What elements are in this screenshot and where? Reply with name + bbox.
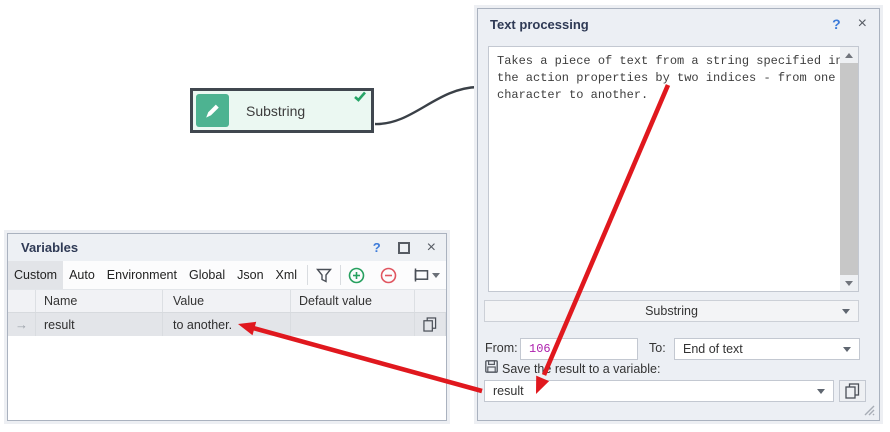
variables-title: Variables xyxy=(21,240,373,255)
variables-titlebar: Variables ? × xyxy=(8,234,446,261)
save-variable-label: Save the result to a variable: xyxy=(502,362,660,376)
close-icon[interactable]: × xyxy=(858,17,867,31)
pencil-icon xyxy=(196,94,229,127)
chevron-down-icon xyxy=(817,389,825,394)
cell-name[interactable]: result xyxy=(36,313,163,336)
cell-default-value[interactable] xyxy=(291,313,415,336)
cell-value[interactable]: to another. xyxy=(163,313,291,336)
tab-global[interactable]: Global xyxy=(183,261,231,289)
remove-icon[interactable] xyxy=(377,263,401,287)
header-default-value[interactable]: Default value xyxy=(291,290,415,312)
workspace-canvas: Substring Text processing ? × Takes a pi… xyxy=(0,0,890,432)
header-actions xyxy=(415,290,446,312)
header-value[interactable]: Value xyxy=(163,290,291,312)
copy-variable-button[interactable] xyxy=(839,380,866,402)
tab-environment[interactable]: Environment xyxy=(101,261,183,289)
header-name[interactable]: Name xyxy=(36,290,163,312)
tab-auto[interactable]: Auto xyxy=(63,261,101,289)
table-row[interactable]: → result to another. xyxy=(8,313,446,336)
action-select[interactable]: Substring xyxy=(484,300,859,322)
row-indicator-icon: → xyxy=(15,317,28,332)
resize-grip[interactable] xyxy=(862,403,875,416)
textarea-scrollbar[interactable] xyxy=(840,47,858,291)
tab-xml[interactable]: Xml xyxy=(270,261,304,289)
to-select-value: End of text xyxy=(683,342,743,356)
variables-panel: Variables ? × Custom Auto Environment Gl… xyxy=(7,233,447,421)
scroll-down-icon[interactable] xyxy=(840,275,858,291)
divider xyxy=(307,265,308,285)
dialog-title: Text processing xyxy=(490,17,832,32)
chevron-down-icon xyxy=(842,309,850,314)
copy-icon xyxy=(845,383,860,399)
help-button[interactable]: ? xyxy=(832,16,841,32)
chevron-down-icon xyxy=(843,347,851,352)
variable-combo[interactable]: result xyxy=(484,380,834,402)
close-icon[interactable]: × xyxy=(427,241,436,255)
filter-icon[interactable] xyxy=(312,263,336,287)
check-icon xyxy=(354,91,366,102)
more-icon[interactable] xyxy=(432,273,440,278)
dialog-titlebar: Text processing ? × xyxy=(478,9,879,39)
copy-icon xyxy=(423,317,437,332)
maximize-icon[interactable] xyxy=(398,242,410,254)
variable-combo-value: result xyxy=(493,384,524,398)
table-header: Name Value Default value xyxy=(8,290,446,313)
variables-tabbar: Custom Auto Environment Global Json Xml xyxy=(8,261,446,290)
tab-custom[interactable]: Custom xyxy=(8,261,63,289)
from-label: From: xyxy=(485,341,518,355)
to-select[interactable]: End of text xyxy=(674,338,860,360)
add-icon[interactable] xyxy=(345,263,369,287)
node-label: Substring xyxy=(246,103,305,119)
action-select-value: Substring xyxy=(645,304,698,318)
save-icon xyxy=(485,360,498,373)
header-selector xyxy=(8,290,36,312)
help-button[interactable]: ? xyxy=(373,240,381,255)
substring-node[interactable]: Substring xyxy=(190,88,374,133)
to-label: To: xyxy=(649,341,666,355)
row-selector: → xyxy=(8,313,36,336)
dock-icon[interactable] xyxy=(408,263,432,287)
tab-json[interactable]: Json xyxy=(231,261,269,289)
from-input[interactable]: 106 xyxy=(520,338,638,360)
text-processing-dialog: Text processing ? × Takes a piece of tex… xyxy=(477,8,880,421)
description-textarea[interactable]: Takes a piece of text from a string spec… xyxy=(488,46,859,292)
row-copy-button[interactable] xyxy=(415,313,446,336)
scroll-up-icon[interactable] xyxy=(840,47,858,63)
divider xyxy=(340,265,341,285)
